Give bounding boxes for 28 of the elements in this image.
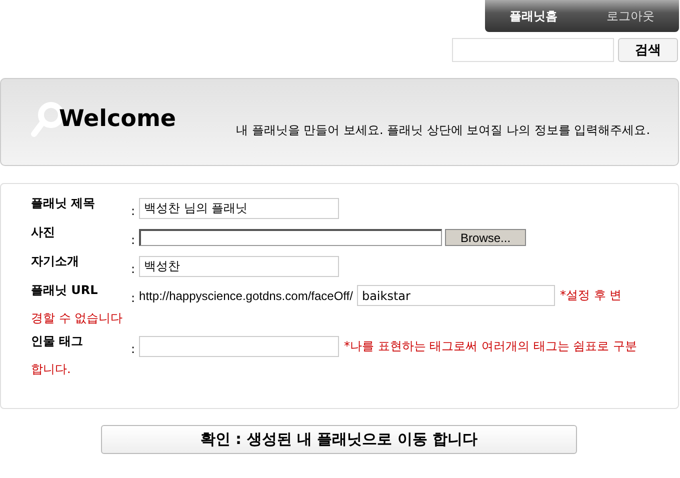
welcome-message: 내 플래닛을 만들어 보세요. 플래닛 상단에 보여질 나의 정보를 입력해주세요.: [236, 122, 650, 138]
field-label: 인물 태그: [31, 333, 84, 350]
field-label: 사진: [31, 224, 56, 241]
field-label: 플래닛 제목: [31, 195, 96, 212]
note-text: *설정 후 변: [560, 287, 622, 304]
input-field[interactable]: 백성찬 님의 플래닛: [139, 198, 340, 219]
input-field[interactable]: [139, 336, 340, 357]
welcome-title: Welcome: [59, 106, 176, 132]
nav-link[interactable]: 로그아웃: [606, 8, 654, 24]
note-text: 경할 수 없습니다: [31, 310, 123, 326]
note-text: *나를 표현하는 태그로써 여러개의 태그는 쉼표로 구분: [344, 338, 637, 355]
field-label: 자기소개: [31, 253, 80, 270]
search-button[interactable]: 검색: [618, 38, 678, 62]
submit-button[interactable]: 확인 : 생성된 내 플래닛으로 이동 합니다: [101, 425, 577, 454]
browse-button[interactable]: Browse...: [445, 229, 526, 246]
colon: :: [131, 232, 136, 246]
field-label: 플래닛 URL: [31, 282, 99, 299]
input-field[interactable]: 백성찬: [139, 256, 340, 277]
colon: :: [131, 204, 136, 218]
colon: :: [131, 262, 136, 276]
search-field[interactable]: [452, 38, 614, 62]
colon: :: [131, 290, 136, 304]
note-text: 합니다.: [31, 360, 71, 378]
url-field[interactable]: baikstar: [356, 285, 555, 306]
file-path-field[interactable]: [139, 229, 442, 246]
colon: :: [131, 342, 136, 356]
nav-link[interactable]: 플래닛홈: [510, 8, 558, 24]
url-prefix: http://happyscience.gotdns.com/faceOff/: [139, 288, 353, 302]
